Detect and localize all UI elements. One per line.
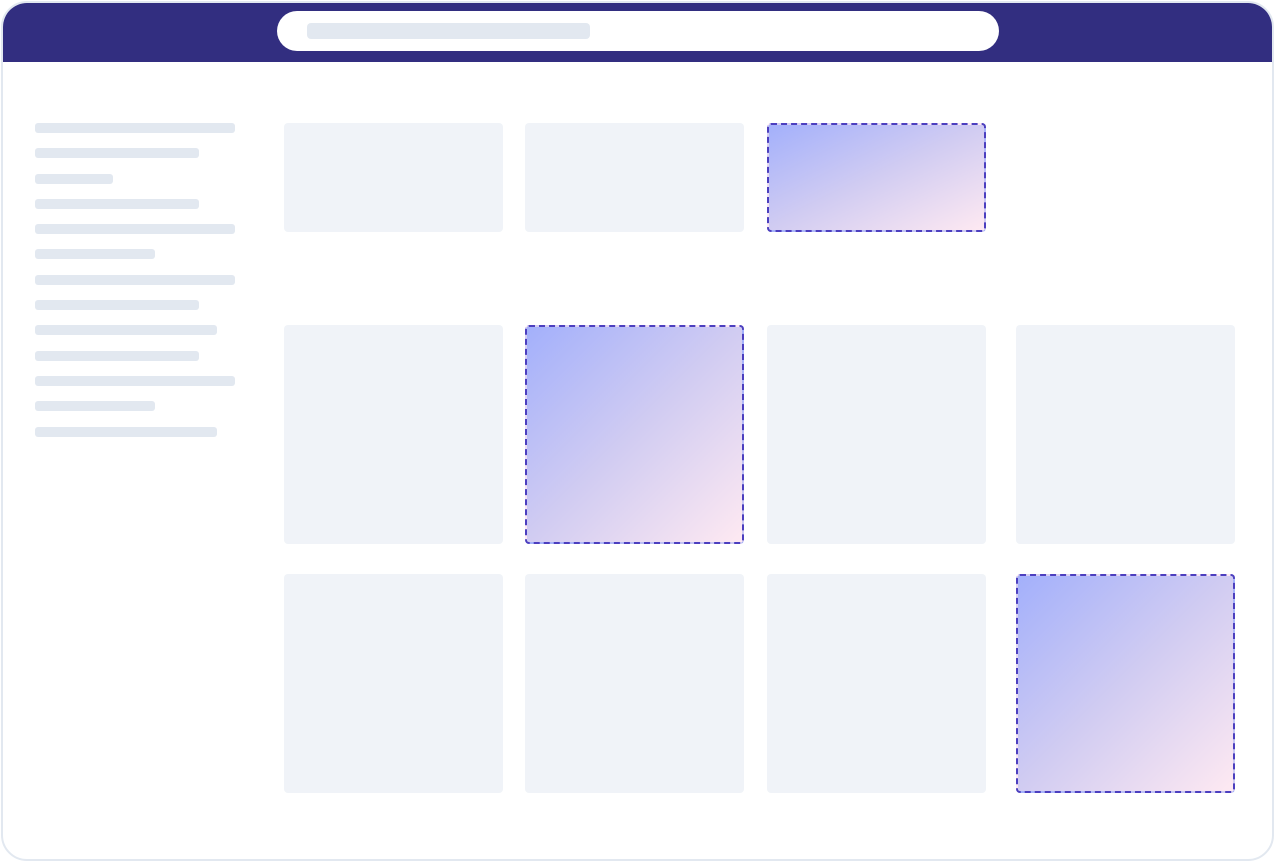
search-input[interactable] <box>277 11 999 51</box>
app-window <box>1 1 1274 861</box>
placeholder-card[interactable] <box>767 574 986 793</box>
drop-target-card[interactable] <box>767 123 986 232</box>
sidebar-skeleton-line <box>35 249 155 260</box>
sidebar-skeleton-line <box>35 148 199 159</box>
sidebar-skeleton-line <box>35 123 235 133</box>
placeholder-card[interactable] <box>1016 325 1235 544</box>
top-bar <box>3 3 1272 62</box>
placeholder-card[interactable] <box>284 123 503 232</box>
sidebar-skeleton-line <box>35 300 199 311</box>
search-placeholder-skeleton <box>307 23 590 39</box>
drop-target-card[interactable] <box>1016 574 1235 793</box>
sidebar-skeleton-line <box>35 325 217 336</box>
sidebar-skeleton-line <box>35 173 113 184</box>
sidebar-skeleton-line <box>35 198 199 209</box>
placeholder-card[interactable] <box>767 325 986 544</box>
placeholder-card[interactable] <box>525 574 744 793</box>
sidebar-skeleton-line <box>35 375 235 386</box>
sidebar-skeleton-line <box>35 274 235 285</box>
drop-target-card[interactable] <box>525 325 744 544</box>
sidebar <box>35 123 235 452</box>
placeholder-card[interactable] <box>284 325 503 544</box>
sidebar-skeleton-line <box>35 401 155 412</box>
sidebar-skeleton-line <box>35 426 217 437</box>
sidebar-skeleton-line <box>35 350 199 361</box>
sidebar-skeleton-line <box>35 224 235 235</box>
placeholder-card[interactable] <box>525 123 744 232</box>
placeholder-card[interactable] <box>284 574 503 793</box>
